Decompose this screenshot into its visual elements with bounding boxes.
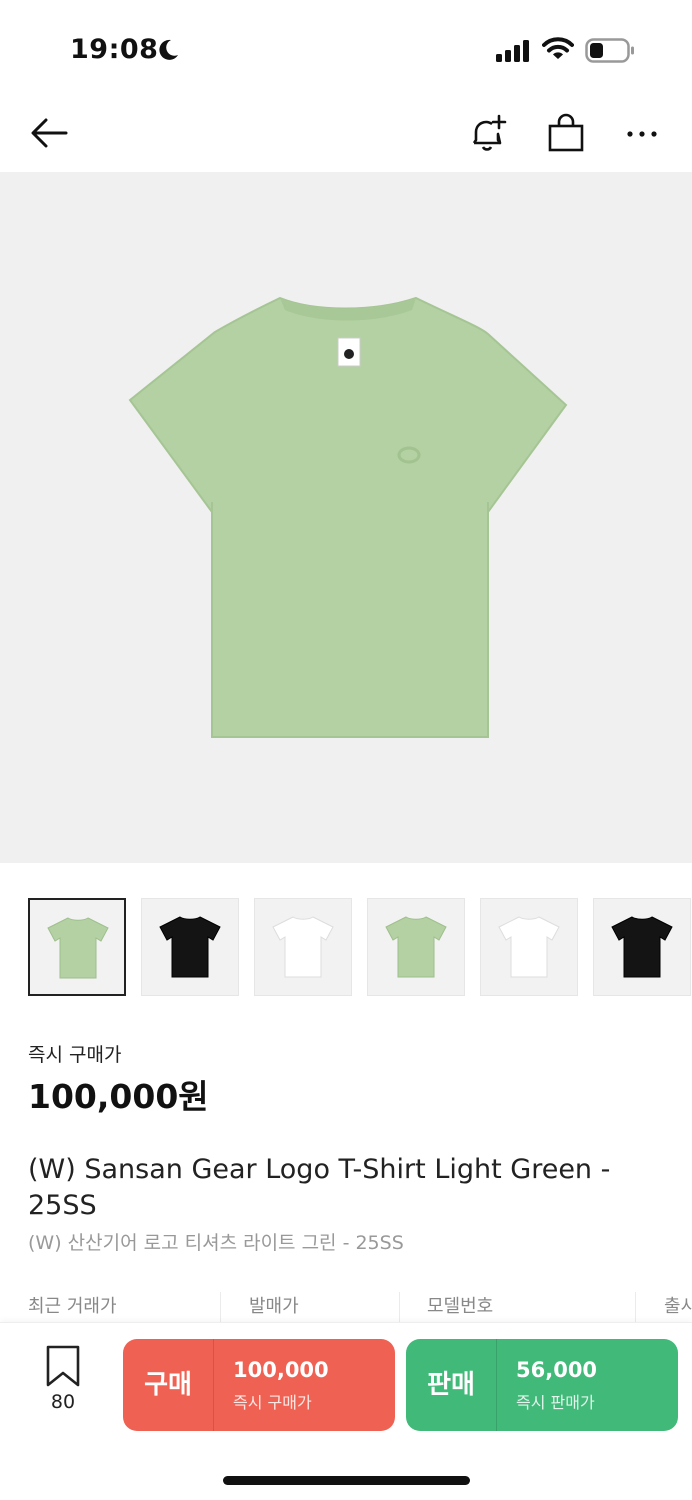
more-icon[interactable] bbox=[622, 112, 666, 156]
info-release-price-label: 발매가 bbox=[249, 1296, 299, 1317]
info-model-number-label: 모델번호 bbox=[427, 1296, 494, 1317]
thumbnail-4[interactable] bbox=[367, 898, 465, 996]
sell-price: 56,000 bbox=[516, 1358, 598, 1382]
moon-icon bbox=[159, 39, 178, 60]
tshirt-image bbox=[128, 296, 568, 738]
tshirt-thumbnail-icon bbox=[272, 916, 334, 978]
status-bar: 19:08 bbox=[0, 0, 692, 100]
tshirt-thumbnail-icon bbox=[47, 917, 109, 979]
sell-label: 판매 bbox=[427, 1370, 475, 1400]
thumbnail-strip bbox=[28, 898, 692, 998]
wish-button[interactable]: 80 bbox=[40, 1345, 86, 1415]
status-time: 19:08 bbox=[70, 34, 159, 65]
battery-icon bbox=[585, 38, 634, 63]
product-subtitle: (W) 산산기어 로고 티셔츠 라이트 그린 - 25SS bbox=[28, 1232, 404, 1254]
tshirt-thumbnail-icon bbox=[498, 916, 560, 978]
price-label: 즉시 구매가 bbox=[28, 1044, 122, 1066]
info-release-date-label: 출시 bbox=[664, 1296, 692, 1317]
divider bbox=[635, 1292, 636, 1322]
product-info-row: 최근 거래가 발매가 모델번호 출시 bbox=[0, 1284, 692, 1324]
buy-button[interactable]: 구매 100,000 즉시 구매가 bbox=[123, 1339, 395, 1431]
tshirt-thumbnail-icon bbox=[159, 916, 221, 978]
divider bbox=[220, 1292, 221, 1322]
thumbnail-2[interactable] bbox=[141, 898, 239, 996]
buy-label: 구매 bbox=[144, 1370, 192, 1400]
product-hero-image[interactable] bbox=[0, 172, 692, 863]
divider bbox=[496, 1339, 497, 1431]
thumbnail-5[interactable] bbox=[480, 898, 578, 996]
cellular-signal-icon bbox=[496, 40, 529, 62]
sell-subtext: 즉시 판매가 bbox=[516, 1393, 595, 1412]
thumbnail-3[interactable] bbox=[254, 898, 352, 996]
divider bbox=[213, 1339, 214, 1431]
buy-price: 100,000 bbox=[233, 1358, 329, 1382]
wish-count: 80 bbox=[50, 1391, 76, 1413]
home-indicator bbox=[223, 1476, 470, 1485]
bookmark-icon bbox=[46, 1345, 80, 1387]
thumbnail-1[interactable] bbox=[28, 898, 126, 996]
sell-button[interactable]: 판매 56,000 즉시 판매가 bbox=[406, 1339, 678, 1431]
shopping-bag-icon[interactable] bbox=[544, 112, 588, 156]
product-title: (W) Sansan Gear Logo T-Shirt Light Green… bbox=[28, 1154, 611, 1221]
buy-subtext: 즉시 구매가 bbox=[233, 1393, 312, 1412]
bell-plus-icon[interactable] bbox=[466, 112, 510, 156]
tshirt-thumbnail-icon bbox=[611, 916, 673, 978]
tshirt-thumbnail-icon bbox=[385, 916, 447, 978]
bottom-action-bar: 80 구매 100,000 즉시 구매가 판매 56,000 즉시 판매가 bbox=[0, 1322, 692, 1500]
top-nav-bar bbox=[0, 100, 692, 172]
wifi-icon bbox=[542, 37, 574, 59]
thumbnail-6[interactable] bbox=[593, 898, 691, 996]
back-arrow-icon[interactable] bbox=[28, 112, 72, 156]
divider bbox=[399, 1292, 400, 1322]
price-value: 100,000원 bbox=[28, 1077, 209, 1116]
info-recent-price-label: 최근 거래가 bbox=[28, 1296, 117, 1317]
